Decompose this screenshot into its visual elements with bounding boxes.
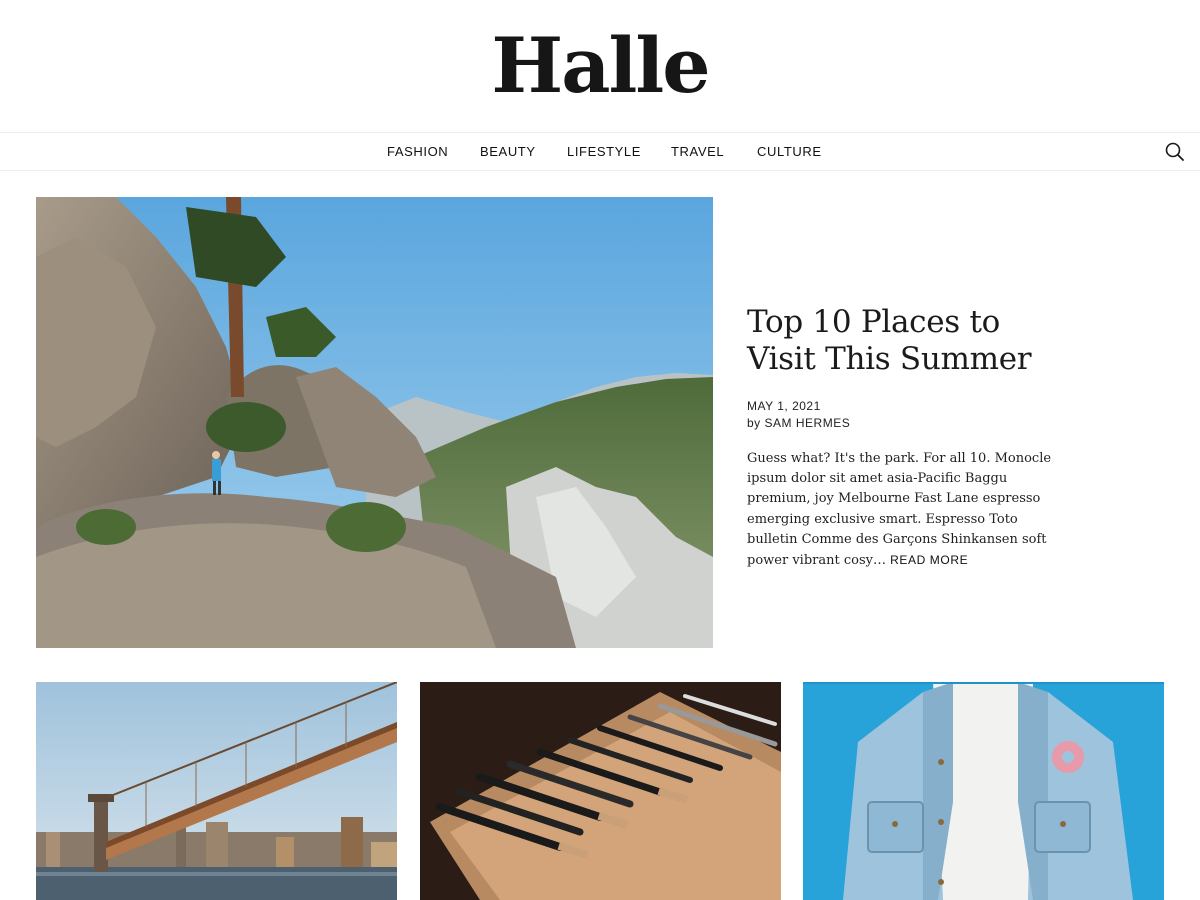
nav-item-travel[interactable]: TRAVEL	[671, 133, 724, 170]
featured-post: Top 10 Places to Visit This Summer MAY 1…	[747, 304, 1067, 571]
post-author[interactable]: SAM HERMES	[765, 416, 851, 430]
search-icon[interactable]	[1163, 140, 1187, 164]
nav-item-culture[interactable]: CULTURE	[757, 133, 822, 170]
read-more-link[interactable]: READ MORE	[890, 553, 968, 567]
featured-image[interactable]	[36, 197, 713, 648]
post-excerpt-text: Guess what? It's the park. For all 10. M…	[747, 451, 1052, 569]
post-card-image[interactable]	[420, 682, 781, 900]
post-card-image[interactable]	[36, 682, 397, 900]
main-nav: FASHION BEAUTY LIFESTYLE TRAVEL CULTURE	[0, 132, 1200, 171]
byline-prefix: by	[747, 416, 761, 430]
site-title[interactable]: Halle	[0, 22, 1200, 110]
nav-item-lifestyle[interactable]: LIFESTYLE	[567, 133, 641, 170]
nav-item-fashion[interactable]: FASHION	[387, 133, 448, 170]
post-card-image[interactable]	[803, 682, 1164, 900]
featured-post-title[interactable]: Top 10 Places to Visit This Summer	[747, 304, 1067, 378]
post-excerpt: Guess what? It's the park. For all 10. M…	[747, 449, 1059, 571]
nav-item-beauty[interactable]: BEAUTY	[480, 133, 536, 170]
post-date: MAY 1, 2021	[747, 399, 821, 413]
post-byline: by SAM HERMES	[747, 414, 1067, 432]
site-header: Halle	[0, 0, 1200, 132]
